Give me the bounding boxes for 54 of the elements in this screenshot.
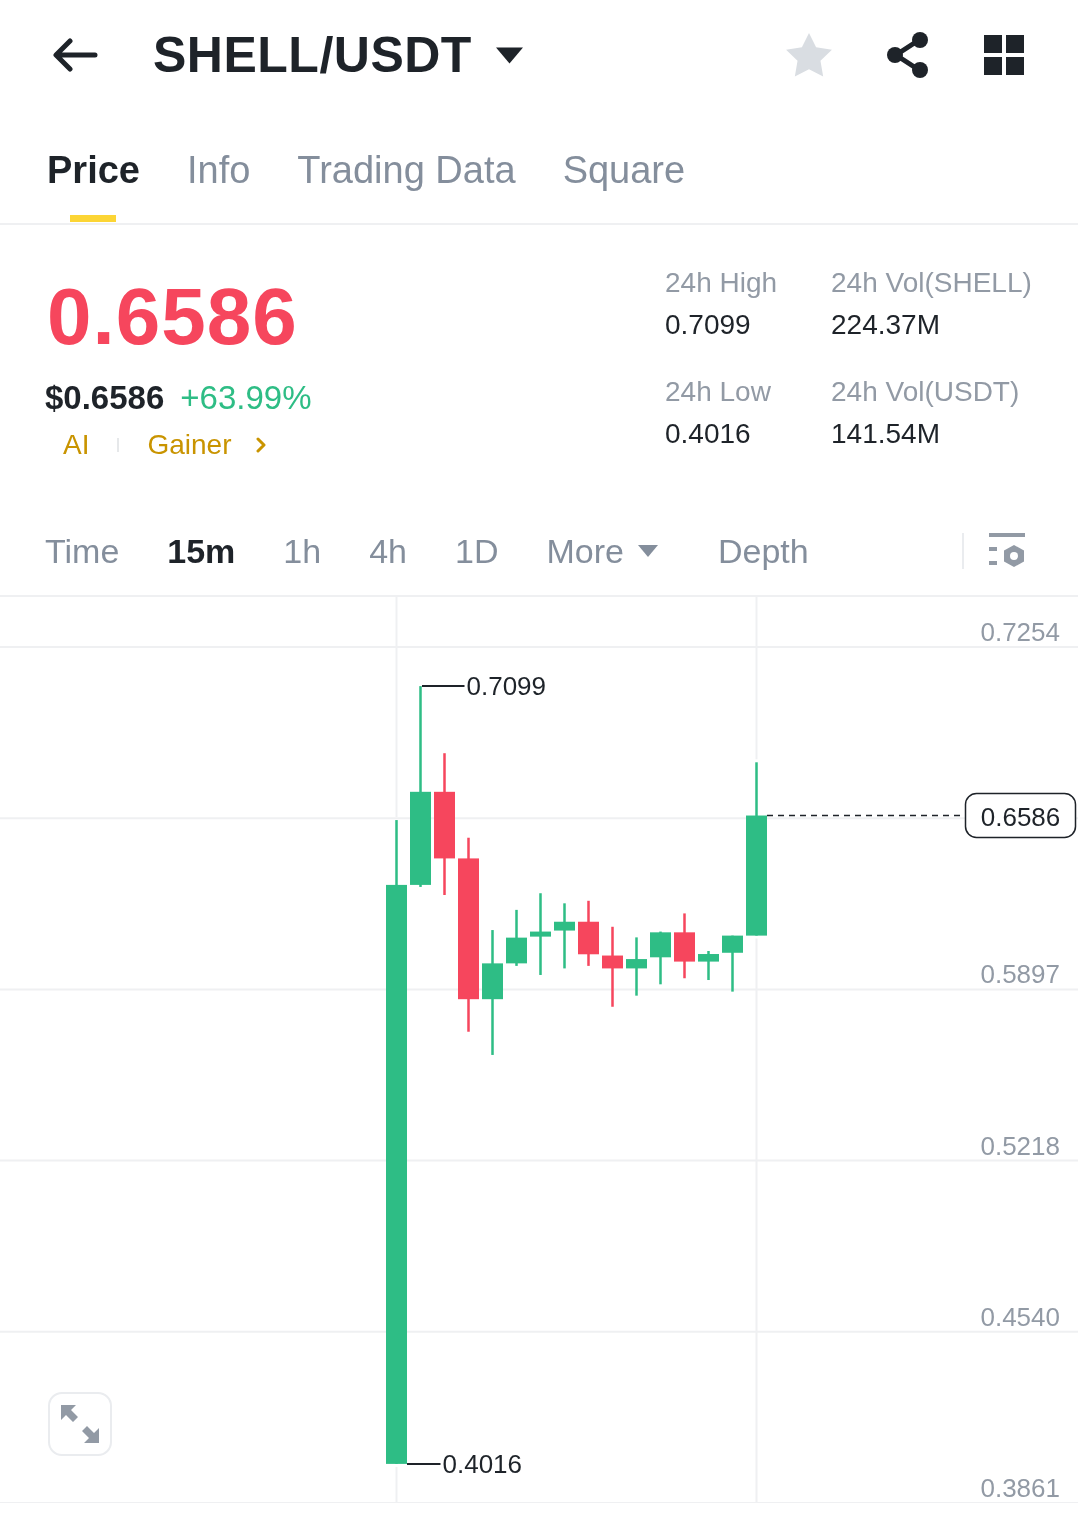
low-price-label: 0.4016 xyxy=(442,1448,523,1479)
interval-tab[interactable]: Depth xyxy=(717,529,809,573)
leader-line xyxy=(406,1462,442,1465)
candlestick xyxy=(506,909,527,966)
tag-label: AI xyxy=(63,428,90,462)
stat-value: 224.37M xyxy=(831,308,940,342)
expand-icon xyxy=(61,1405,99,1443)
axis-label: 0.5218 xyxy=(980,1130,1060,1161)
stat-label: 24h Low xyxy=(665,375,771,409)
leader-line xyxy=(421,685,466,688)
stat-label: 24h High xyxy=(665,266,778,300)
interval-tab[interactable]: 15m xyxy=(167,529,236,573)
tab-indicator xyxy=(70,215,117,222)
last-price: 0.6586 xyxy=(47,277,298,357)
stat-label: 24h Vol(SHELL) xyxy=(831,266,1032,300)
candlestick xyxy=(722,935,743,992)
candlestick xyxy=(554,903,575,969)
tab[interactable]: Square xyxy=(562,110,686,223)
grid-menu-icon[interactable] xyxy=(984,35,1024,75)
interval-tab[interactable]: More xyxy=(546,529,658,573)
caret-down-icon xyxy=(495,46,523,64)
stat-label: 24h Vol(USDT) xyxy=(831,375,1020,409)
candlestick xyxy=(674,913,695,979)
candlestick xyxy=(650,931,671,985)
interval-tab[interactable]: 4h xyxy=(369,529,407,573)
usd-price: $0.6586 xyxy=(45,378,165,418)
candlestick xyxy=(578,900,599,966)
interval-tab[interactable]: 1D xyxy=(455,529,499,573)
interval-tab[interactable]: Time xyxy=(45,529,120,573)
stat-value: 0.4016 xyxy=(665,417,751,451)
share-icon[interactable] xyxy=(886,32,930,78)
back-arrow-icon[interactable] xyxy=(52,38,98,72)
candlestick xyxy=(626,937,647,996)
star-icon[interactable] xyxy=(786,33,832,77)
axis-label: 0.3861 xyxy=(980,1473,1060,1503)
stat-value: 0.7099 xyxy=(665,308,751,342)
axis-label: 0.7254 xyxy=(980,617,1060,647)
axis-label: 0.5897 xyxy=(980,959,1060,990)
tab[interactable]: Trading Data xyxy=(297,110,516,223)
interval-tab[interactable]: 1h xyxy=(283,529,322,573)
axis-label: 0.4540 xyxy=(980,1301,1060,1332)
caret-down-icon xyxy=(637,545,658,557)
price-change: +63.99% xyxy=(180,378,312,418)
tag-link[interactable]: Gainer xyxy=(147,428,266,462)
candlestick xyxy=(698,951,719,980)
pair-selector[interactable]: SHELL/USDT xyxy=(153,25,523,85)
settings-icon[interactable] xyxy=(989,533,1025,569)
tab[interactable]: Info xyxy=(186,110,251,223)
stat-value: 141.54M xyxy=(831,417,940,451)
last-price-tag: 0.6586 xyxy=(964,792,1077,839)
fullscreen-button[interactable] xyxy=(48,1392,112,1456)
tab[interactable]: Price xyxy=(47,110,140,223)
high-price-label: 0.7099 xyxy=(466,671,547,702)
chevron-right-icon xyxy=(255,437,266,453)
